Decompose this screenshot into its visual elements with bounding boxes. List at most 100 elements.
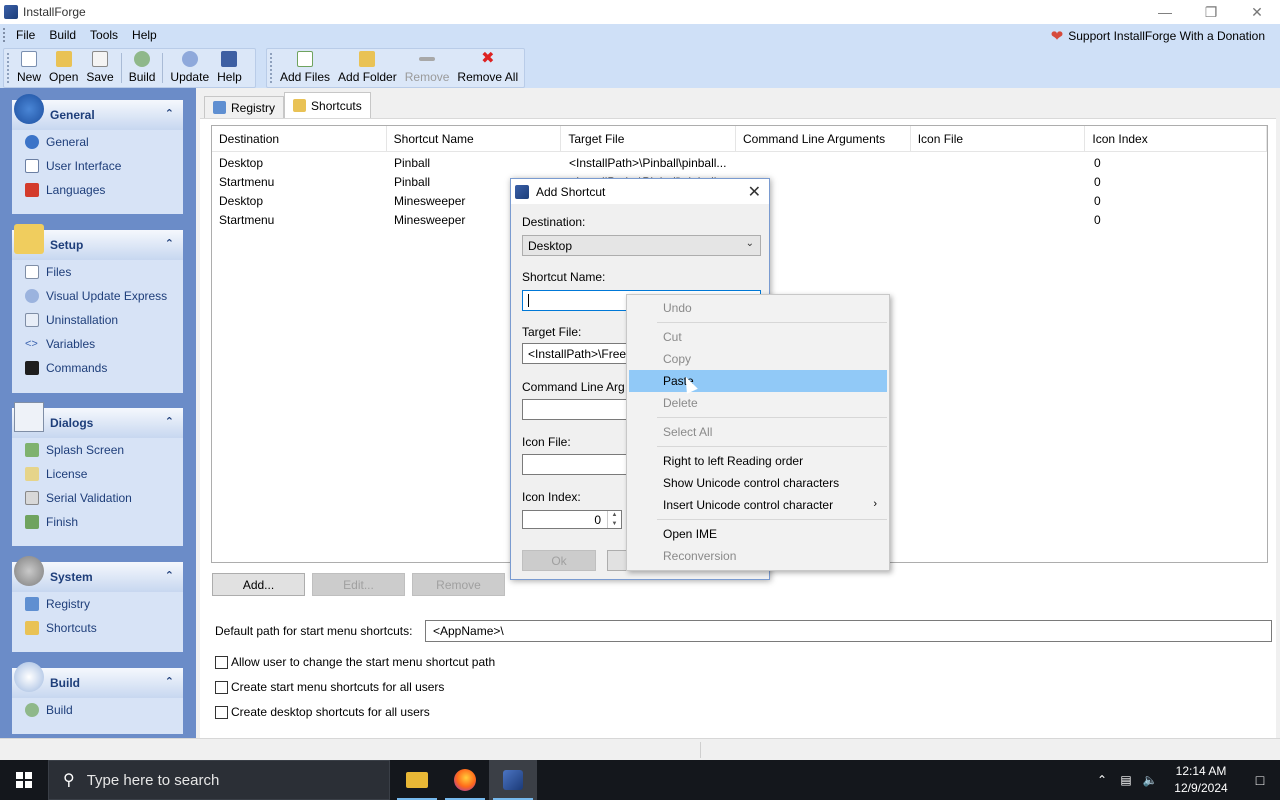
collapse-icon[interactable]: ⌃ bbox=[165, 237, 174, 250]
group-setup-header[interactable]: Setup ⌃ bbox=[12, 224, 183, 260]
add-folder-button[interactable]: Add Folder bbox=[334, 51, 401, 87]
minimize-button[interactable]: — bbox=[1142, 0, 1188, 24]
add-files-button[interactable]: Add Files bbox=[276, 51, 334, 87]
sidebar-item-languages[interactable]: Languages bbox=[12, 178, 183, 202]
column-icon-file[interactable]: Icon File bbox=[911, 126, 1086, 151]
group-dialogs-header[interactable]: Dialogs ⌃ bbox=[12, 402, 183, 438]
firefox-icon bbox=[454, 769, 476, 791]
column-destination[interactable]: Destination bbox=[212, 126, 387, 151]
menu-undo[interactable]: Undo bbox=[629, 297, 887, 319]
menu-paste[interactable]: Paste bbox=[629, 370, 887, 392]
sidebar-item-general[interactable]: General bbox=[12, 130, 183, 154]
sidebar-item-label: License bbox=[46, 467, 88, 481]
sidebar-item-commands[interactable]: Commands bbox=[12, 356, 183, 380]
tab-registry[interactable]: Registry bbox=[204, 96, 285, 118]
update-button[interactable]: Update bbox=[166, 51, 213, 87]
menu-rtl-reading-order[interactable]: Right to left Reading order bbox=[629, 450, 887, 472]
add-files-label: Add Files bbox=[280, 70, 331, 84]
menu-copy[interactable]: Copy bbox=[629, 348, 887, 370]
add-shortcut-button[interactable]: Add... bbox=[212, 573, 305, 596]
file-explorer-taskbar-button[interactable] bbox=[393, 760, 441, 800]
column-target-file[interactable]: Target File bbox=[561, 126, 737, 151]
sidebar-item-variables[interactable]: <> Variables bbox=[12, 332, 183, 356]
close-button[interactable]: ✕ bbox=[1234, 0, 1280, 24]
group-title: Dialogs bbox=[50, 416, 94, 430]
table-row[interactable]: Desktop Pinball <InstallPath>\Pinball\pi… bbox=[212, 153, 1267, 172]
group-system-header[interactable]: System ⌃ bbox=[12, 556, 183, 592]
collapse-icon[interactable]: ⌃ bbox=[165, 107, 174, 120]
menu-cut[interactable]: Cut bbox=[629, 326, 887, 348]
group-general-header[interactable]: General ⌃ bbox=[12, 94, 183, 130]
column-command-line-arguments[interactable]: Command Line Arguments bbox=[736, 126, 911, 151]
menu-file[interactable]: File bbox=[9, 28, 42, 42]
menu-tools[interactable]: Tools bbox=[83, 28, 125, 42]
sidebar-item-visual-update-express[interactable]: Visual Update Express bbox=[12, 284, 183, 308]
firefox-taskbar-button[interactable] bbox=[441, 760, 489, 800]
menu-show-unicode[interactable]: Show Unicode control characters bbox=[629, 472, 887, 494]
collapse-icon[interactable]: ⌃ bbox=[165, 675, 174, 688]
clock[interactable]: 12:14 AM 12/9/2024 bbox=[1162, 763, 1240, 797]
menu-open-ime[interactable]: Open IME bbox=[629, 523, 887, 545]
installforge-taskbar-button[interactable] bbox=[489, 760, 537, 800]
start-button[interactable] bbox=[0, 760, 48, 800]
help-button[interactable]: Help bbox=[213, 51, 246, 87]
cell-icon-file bbox=[912, 172, 1087, 191]
restore-button[interactable]: ❐ bbox=[1188, 0, 1234, 24]
checkbox-box[interactable] bbox=[215, 655, 228, 669]
remove-toolbar-button[interactable]: Remove bbox=[401, 51, 454, 87]
start-menu-all-users-checkbox[interactable]: Create start menu shortcuts for all user… bbox=[215, 680, 444, 694]
sidebar-item-uninstallation[interactable]: Uninstallation bbox=[12, 308, 183, 332]
remove-all-button[interactable]: ✖ Remove All bbox=[453, 51, 522, 87]
ok-button[interactable]: Ok bbox=[522, 550, 596, 571]
volume-muted-icon[interactable]: 🔈 bbox=[1138, 773, 1162, 787]
sidebar-item-shortcuts[interactable]: Shortcuts bbox=[12, 616, 183, 640]
new-button[interactable]: New bbox=[13, 51, 45, 87]
cell-icon-file bbox=[912, 210, 1087, 229]
menu-build[interactable]: Build bbox=[42, 28, 83, 42]
notification-icon[interactable]: □ bbox=[1240, 772, 1280, 788]
menu-insert-unicode[interactable]: Insert Unicode control character › bbox=[629, 494, 887, 516]
destination-select[interactable]: Desktop ⌄ bbox=[522, 235, 761, 256]
sidebar-item-finish[interactable]: Finish bbox=[12, 510, 183, 534]
desktop-all-users-checkbox[interactable]: Create desktop shortcuts for all users bbox=[215, 705, 430, 719]
sidebar-item-registry[interactable]: Registry bbox=[12, 592, 183, 616]
group-build-header[interactable]: Build ⌃ bbox=[12, 662, 183, 698]
checkbox-box[interactable] bbox=[215, 705, 228, 719]
chevron-up-icon[interactable]: ⌃ bbox=[1090, 773, 1114, 787]
toolbar-grip[interactable] bbox=[270, 53, 274, 83]
menu-help[interactable]: Help bbox=[125, 28, 164, 42]
collapse-icon[interactable]: ⌃ bbox=[165, 415, 174, 428]
remove-shortcut-button[interactable]: Remove bbox=[412, 573, 505, 596]
menu-delete[interactable]: Delete bbox=[629, 392, 887, 414]
start-menu-path-input[interactable]: <AppName>\ bbox=[425, 620, 1272, 642]
column-shortcut-name[interactable]: Shortcut Name bbox=[387, 126, 562, 151]
build-button[interactable]: Build bbox=[125, 51, 160, 87]
sidebar-item-license[interactable]: License bbox=[12, 462, 183, 486]
sidebar-item-build[interactable]: Build bbox=[12, 698, 183, 722]
network-icon[interactable]: ▤ bbox=[1114, 773, 1138, 787]
stepper-down-icon[interactable]: ▼ bbox=[612, 521, 618, 527]
sidebar-item-label: Files bbox=[46, 265, 72, 279]
collapse-icon[interactable]: ⌃ bbox=[165, 569, 174, 582]
toolbar-grip[interactable] bbox=[7, 53, 11, 83]
menu-select-all[interactable]: Select All bbox=[629, 421, 887, 443]
sidebar-item-user-interface[interactable]: User Interface bbox=[12, 154, 183, 178]
sidebar-item-splash-screen[interactable]: Splash Screen bbox=[12, 438, 183, 462]
allow-change-path-checkbox[interactable]: Allow user to change the start menu shor… bbox=[215, 655, 495, 669]
sidebar-item-serial-validation[interactable]: Serial Validation bbox=[12, 486, 183, 510]
donate-link[interactable]: ❤ Support InstallForge With a Donation bbox=[1051, 27, 1265, 45]
checkbox-box[interactable] bbox=[215, 680, 228, 694]
stepper-buttons[interactable]: ▲ ▼ bbox=[607, 511, 621, 528]
sidebar-item-files[interactable]: Files bbox=[12, 260, 183, 284]
edit-shortcut-button[interactable]: Edit... bbox=[312, 573, 405, 596]
open-button[interactable]: Open bbox=[45, 51, 82, 87]
tab-shortcuts[interactable]: Shortcuts bbox=[284, 92, 371, 118]
menu-reconversion[interactable]: Reconversion bbox=[629, 545, 887, 567]
icon-index-stepper[interactable]: 0 ▲ ▼ bbox=[522, 510, 622, 529]
stepper-up-icon[interactable]: ▲ bbox=[612, 512, 618, 518]
taskbar-search[interactable]: ⚲ Type here to search bbox=[48, 760, 390, 800]
group-title: General bbox=[50, 108, 95, 122]
save-button[interactable]: Save bbox=[82, 51, 117, 87]
dialog-close-icon[interactable]: ✕ bbox=[748, 182, 761, 202]
column-icon-index[interactable]: Icon Index bbox=[1085, 126, 1268, 151]
